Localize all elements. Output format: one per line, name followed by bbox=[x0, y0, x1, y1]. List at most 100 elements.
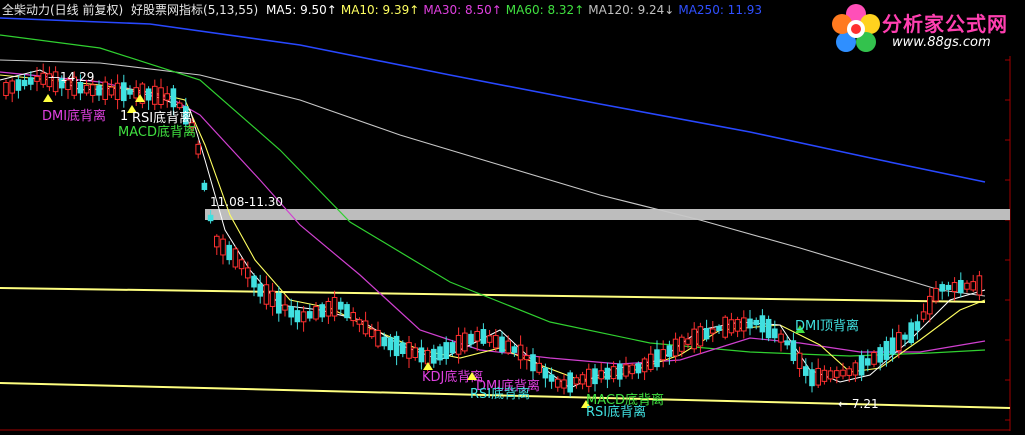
candle-up bbox=[561, 379, 567, 389]
candle-up bbox=[970, 281, 977, 291]
candle-down bbox=[418, 347, 425, 363]
candle-down bbox=[654, 349, 660, 368]
ma-legend: MA5: 9.50↑ MA10: 9.39↑ MA30: 8.50↑ MA60: 8.… bbox=[266, 3, 766, 17]
candle-down bbox=[772, 328, 778, 339]
low-price-label: ← 7.21 bbox=[838, 397, 879, 411]
candle-down bbox=[889, 337, 896, 355]
candle-up bbox=[325, 301, 332, 317]
candle-down bbox=[790, 340, 797, 361]
candle-up bbox=[406, 342, 412, 359]
candle-up bbox=[412, 347, 418, 358]
candle-down bbox=[449, 342, 456, 354]
kline-chart[interactable]: —14.29 11.08-11.30 ← 7.21 DMI底背离 1 RSI底背离 MACD… bbox=[0, 0, 1025, 431]
candle-down bbox=[96, 85, 102, 96]
candle-down bbox=[716, 325, 722, 331]
stock-name: 全柴动力(日线 前复权) bbox=[2, 3, 124, 17]
candle-up bbox=[710, 328, 716, 334]
candle-up bbox=[573, 377, 580, 385]
candle-up bbox=[486, 335, 493, 343]
candle-down bbox=[530, 354, 536, 372]
candle-down bbox=[201, 182, 208, 190]
candle-down bbox=[703, 328, 710, 340]
candle-up bbox=[238, 259, 245, 270]
candle-down bbox=[908, 322, 915, 344]
candle-up bbox=[672, 338, 679, 357]
candle-up bbox=[691, 328, 698, 350]
candle-down bbox=[77, 81, 84, 94]
candle-up bbox=[214, 235, 220, 248]
logo-site-name: 分析家公式网 bbox=[882, 12, 1008, 36]
candle-up bbox=[598, 370, 605, 380]
candle-down bbox=[617, 363, 623, 380]
candle-up bbox=[821, 369, 828, 382]
indicator-name: 好股票网指标(5,13,55) bbox=[131, 3, 259, 17]
candle-down bbox=[945, 284, 952, 290]
candle-down bbox=[288, 306, 294, 318]
signal-label: MACD底背离 bbox=[118, 124, 196, 140]
candle-down bbox=[592, 368, 598, 385]
candle-up bbox=[108, 86, 115, 96]
signal-label: RSI底背离 bbox=[132, 110, 192, 126]
signal-label: RSI底背离 bbox=[586, 404, 646, 420]
candle-up bbox=[896, 332, 902, 352]
candle-up bbox=[83, 84, 90, 94]
signal-label: DMI底背离 bbox=[42, 108, 106, 124]
candle-down bbox=[883, 340, 890, 360]
candle-up bbox=[313, 306, 319, 320]
candle-down bbox=[865, 358, 871, 366]
candle-up bbox=[505, 340, 511, 354]
candle-down bbox=[393, 335, 400, 357]
signal-label: RSI底背离 bbox=[470, 386, 530, 402]
logo-url: www.88gs.com bbox=[892, 35, 991, 50]
candle-down bbox=[939, 284, 946, 292]
candle-down bbox=[127, 89, 133, 95]
candle-up bbox=[350, 312, 356, 322]
candle-down bbox=[257, 283, 263, 297]
candle-up bbox=[158, 87, 164, 105]
candle-up bbox=[114, 82, 121, 101]
candle-up bbox=[40, 72, 47, 85]
high-price-label: —14.29 bbox=[48, 70, 94, 84]
candle-down bbox=[338, 301, 344, 310]
candle-up bbox=[232, 248, 239, 268]
candle-up bbox=[164, 93, 170, 101]
candle-up bbox=[629, 364, 636, 375]
candle-down bbox=[567, 372, 574, 393]
signal-label: 1 bbox=[120, 109, 128, 124]
candle-up bbox=[9, 80, 15, 94]
candle-up bbox=[536, 362, 543, 373]
candle-down bbox=[121, 82, 127, 102]
candle-up bbox=[778, 333, 784, 343]
candle-up bbox=[679, 336, 685, 352]
candle-up bbox=[245, 267, 251, 279]
candle-down bbox=[499, 336, 505, 353]
candle-up bbox=[741, 317, 747, 332]
candle-up bbox=[331, 296, 338, 317]
candle-down bbox=[145, 88, 152, 101]
candle-up bbox=[734, 319, 741, 332]
signal-label: DMI顶背离 bbox=[795, 318, 859, 334]
candle-up bbox=[424, 349, 431, 365]
candle-up bbox=[300, 311, 307, 323]
candle-down bbox=[604, 367, 611, 380]
candle-down bbox=[511, 346, 518, 353]
candle-down bbox=[226, 244, 232, 261]
candle-up bbox=[220, 238, 226, 256]
candle-up bbox=[586, 368, 592, 387]
candle-up bbox=[685, 338, 691, 345]
candle-up bbox=[933, 287, 939, 302]
candle-down bbox=[858, 355, 865, 376]
candle-up bbox=[455, 334, 462, 355]
candle-up bbox=[951, 282, 958, 293]
candle-up bbox=[641, 358, 648, 373]
candle-up bbox=[3, 82, 9, 97]
ma-legend-item: MA120: 9.24↓ bbox=[588, 3, 675, 17]
chart-canvas: —14.2911.08-11.30← 7.21DMI底背离 1 RSI底背离MACD… bbox=[0, 17, 1011, 431]
candle-up bbox=[815, 367, 822, 386]
candle-up bbox=[555, 378, 561, 388]
candle-down bbox=[251, 275, 257, 288]
candle-up bbox=[697, 326, 704, 347]
signal-arrow-icon bbox=[43, 94, 53, 102]
ma-legend-item: MA60: 8.32↑ bbox=[505, 3, 585, 17]
candle-up bbox=[102, 81, 109, 100]
